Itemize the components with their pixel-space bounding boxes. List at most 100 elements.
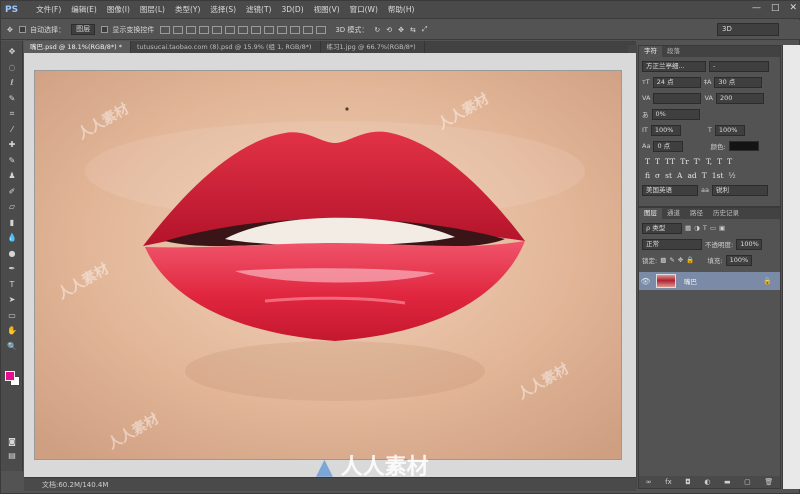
drag-3d-icon[interactable]: ✥ xyxy=(398,26,404,34)
kerning-field[interactable] xyxy=(653,92,702,104)
menu-select[interactable]: 选择(S) xyxy=(210,4,236,15)
lock-position-icon[interactable]: ✥ xyxy=(678,256,683,264)
blur-tool-icon[interactable]: 💧 xyxy=(5,233,19,243)
lock-pixels-icon[interactable]: ✎ xyxy=(669,256,674,264)
fill-field[interactable]: 100% xyxy=(725,254,752,266)
blend-mode-dropdown[interactable]: 正常 xyxy=(642,238,702,250)
workspace-dropdown[interactable]: 3D xyxy=(717,23,779,36)
lock-transparent-icon[interactable]: ▩ xyxy=(660,256,666,264)
history-brush-tool-icon[interactable]: ✐ xyxy=(5,186,19,196)
filter-adjust-icon[interactable]: ◑ xyxy=(694,224,700,232)
layer-row[interactable]: 👁 嘴巴 🔒 xyxy=(639,272,780,290)
tab-character[interactable]: 字符 xyxy=(639,46,662,57)
autoselect-checkbox[interactable] xyxy=(18,26,26,33)
slide-3d-icon[interactable]: ⇆ xyxy=(410,26,416,34)
faux-bold-button[interactable]: T xyxy=(645,157,650,166)
align-vcenter-icon[interactable] xyxy=(173,25,184,34)
tab-layers[interactable]: 图层 xyxy=(639,208,662,219)
maximize-button[interactable]: □ xyxy=(771,3,780,13)
gradient-tool-icon[interactable]: ▮ xyxy=(5,217,19,227)
shape-tool-icon[interactable]: ▭ xyxy=(5,310,19,320)
healing-brush-tool-icon[interactable]: ✚ xyxy=(5,140,19,150)
opacity-field[interactable]: 100% xyxy=(736,238,763,250)
minimize-button[interactable]: — xyxy=(752,3,761,13)
menu-view[interactable]: 视图(V) xyxy=(314,4,340,15)
roll-3d-icon[interactable]: ⟲ xyxy=(386,26,392,34)
menu-edit[interactable]: 编辑(E) xyxy=(71,4,97,15)
eyedropper-tool-icon[interactable]: ⁄ xyxy=(5,124,19,134)
quick-select-tool-icon[interactable]: ✎ xyxy=(5,93,19,103)
faux-italic-button[interactable]: T xyxy=(655,157,660,166)
fractions-button[interactable]: ½ xyxy=(728,171,735,180)
discretionary-ligatures-button[interactable]: st xyxy=(665,171,672,180)
filter-pixel-icon[interactable]: ▦ xyxy=(685,224,691,232)
menu-help[interactable]: 帮助(H) xyxy=(388,4,415,15)
align-bottom-icon[interactable] xyxy=(186,25,197,34)
show-transform-checkbox[interactable] xyxy=(101,26,109,33)
superscript-button[interactable]: T' xyxy=(694,157,701,166)
distribute-top-icon[interactable] xyxy=(238,25,249,34)
baseline-field[interactable]: 0 点 xyxy=(653,140,684,152)
tab-paths[interactable]: 路径 xyxy=(685,208,708,219)
all-caps-button[interactable]: TT xyxy=(665,157,675,166)
layer-filter-dropdown[interactable]: ρ 类型 xyxy=(642,222,682,234)
lips-photo[interactable]: 人人素材 人人素材 人人素材 人人素材 人人素材 xyxy=(34,70,622,460)
tsume-field[interactable]: 0% xyxy=(651,108,700,120)
ligatures-button[interactable]: fi xyxy=(645,171,650,180)
add-mask-icon[interactable]: ◘ xyxy=(685,478,691,486)
horizontal-scale-field[interactable]: 100% xyxy=(714,124,745,136)
ordinals-button[interactable]: 1st xyxy=(712,171,724,180)
filter-shape-icon[interactable]: ▭ xyxy=(710,224,716,232)
swash-button[interactable]: A xyxy=(677,171,682,180)
tracking-field[interactable]: 200 xyxy=(715,92,764,104)
brush-tool-icon[interactable]: ✎ xyxy=(5,155,19,165)
contextual-alternates-button[interactable]: σ xyxy=(655,171,660,180)
align-hcenter-icon[interactable] xyxy=(212,25,223,34)
align-right-icon[interactable] xyxy=(225,25,236,34)
type-tool-icon[interactable]: T xyxy=(5,279,19,289)
menu-file[interactable]: 文件(F) xyxy=(36,4,61,15)
distribute-vcenter-icon[interactable] xyxy=(251,25,262,34)
subscript-button[interactable]: T, xyxy=(706,157,712,166)
screen-mode-icon[interactable]: ▤ xyxy=(5,451,19,461)
font-family-dropdown[interactable]: 方正兰亭细... xyxy=(642,60,706,72)
crop-tool-icon[interactable]: ⌗ xyxy=(5,109,19,119)
menu-window[interactable]: 窗口(W) xyxy=(350,4,378,15)
new-layer-icon[interactable]: ▢ xyxy=(744,478,751,486)
tab-document-2[interactable]: tutusucai.taobao.com (8).psd @ 15.9% (组 … xyxy=(131,41,321,53)
align-top-icon[interactable] xyxy=(160,25,171,34)
leading-field[interactable]: 30 点 xyxy=(714,76,763,88)
distribute-left-icon[interactable] xyxy=(277,25,288,34)
stylistic-alternates-button[interactable]: ad xyxy=(687,171,696,180)
auto-align-icon[interactable] xyxy=(316,25,327,34)
font-style-dropdown[interactable]: - xyxy=(709,60,769,72)
trash-icon[interactable]: 🗑 xyxy=(764,478,773,486)
path-select-tool-icon[interactable]: ➤ xyxy=(5,295,19,305)
eraser-tool-icon[interactable]: ▱ xyxy=(5,202,19,212)
hand-tool-icon[interactable]: ✋ xyxy=(5,326,19,336)
text-color-swatch[interactable] xyxy=(728,141,759,151)
filter-smart-icon[interactable]: ▣ xyxy=(719,224,725,232)
antialias-dropdown[interactable]: 锐利 xyxy=(711,184,768,196)
titling-button[interactable]: T xyxy=(702,171,707,180)
marquee-tool-icon[interactable]: ◌ xyxy=(5,62,19,72)
new-group-icon[interactable]: ▬ xyxy=(724,478,731,486)
menu-filter[interactable]: 滤镜(T) xyxy=(246,4,271,15)
small-caps-button[interactable]: Tr xyxy=(680,157,689,166)
close-button[interactable]: ✕ xyxy=(789,3,797,13)
tab-history[interactable]: 历史记录 xyxy=(708,208,744,219)
menu-type[interactable]: 类型(Y) xyxy=(175,4,200,15)
align-left-icon[interactable] xyxy=(199,25,210,34)
autoselect-dropdown[interactable]: 图层 xyxy=(71,24,96,35)
lock-all-icon[interactable]: 🔒 xyxy=(686,256,694,264)
distribute-right-icon[interactable] xyxy=(303,25,314,34)
clone-stamp-tool-icon[interactable]: ♟ xyxy=(5,171,19,181)
canvas-area[interactable]: 人人素材 人人素材 人人素材 人人素材 人人素材 ▲ 人人素材 xyxy=(24,53,636,480)
menu-layer[interactable]: 图层(L) xyxy=(140,4,165,15)
vertical-scale-field[interactable]: 100% xyxy=(650,124,681,136)
adjustment-layer-icon[interactable]: ◐ xyxy=(704,478,710,486)
fx-icon[interactable]: fx xyxy=(665,478,672,486)
tab-channels[interactable]: 通道 xyxy=(662,208,685,219)
tab-paragraph[interactable]: 段落 xyxy=(662,46,685,57)
scale-3d-icon[interactable]: ⤢ xyxy=(422,25,428,34)
